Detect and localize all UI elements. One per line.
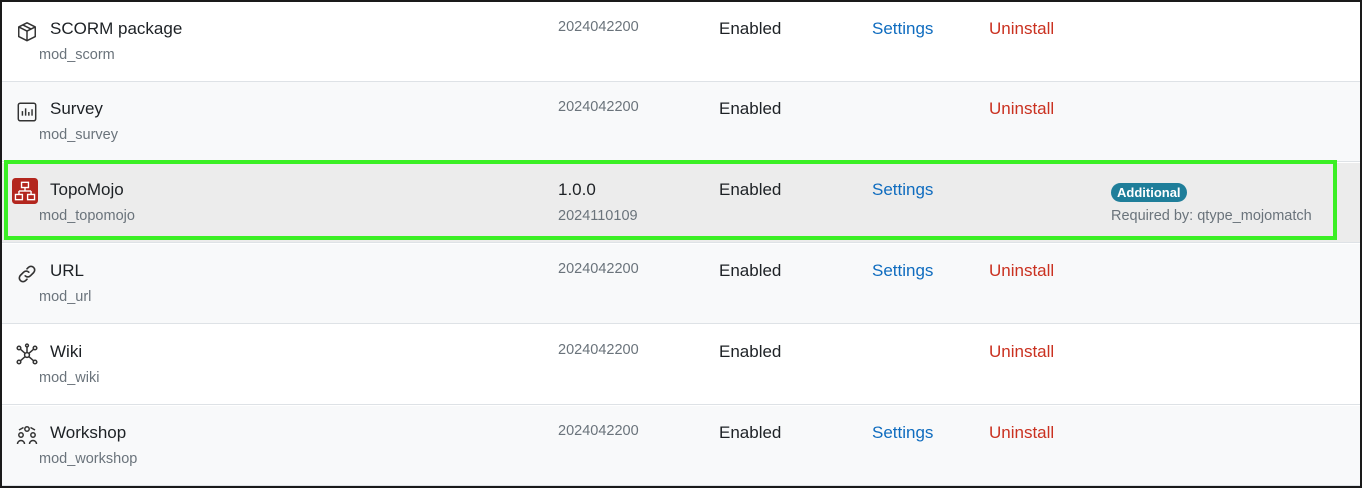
plugin-status: Enabled: [719, 180, 782, 199]
plugin-name: Wiki: [50, 342, 83, 361]
plugin-status: Enabled: [719, 99, 782, 118]
plugin-version: 2024042200: [558, 261, 639, 277]
uninstall-link[interactable]: Uninstall: [989, 99, 1054, 119]
table-row-workshop: Workshop mod_workshop 2024042200 Enabled…: [2, 406, 1360, 486]
additional-badge: Additional: [1111, 183, 1187, 202]
wiki-nodes-icon: [14, 342, 40, 368]
plugin-component: mod_topomojo: [39, 208, 135, 224]
table-row-url: URL mod_url 2024042200 Enabled Settings …: [2, 244, 1360, 324]
uninstall-link[interactable]: Uninstall: [989, 423, 1054, 443]
plugin-name: Survey: [50, 99, 103, 118]
plugin-status: Enabled: [719, 261, 782, 280]
plugin-component: mod_workshop: [39, 451, 138, 467]
plugin-name: Workshop: [50, 423, 127, 442]
plugin-status: Enabled: [719, 423, 782, 442]
plugin-version: 2024042200: [558, 19, 639, 35]
plugin-name: TopoMojo: [50, 180, 124, 199]
plugins-table: SCORM package mod_scorm 2024042200 Enabl…: [0, 0, 1362, 488]
uninstall-link[interactable]: Uninstall: [989, 19, 1054, 39]
table-row-wiki: Wiki mod_wiki 2024042200 Enabled Uninsta…: [2, 325, 1360, 405]
plugin-status: Enabled: [719, 342, 782, 361]
table-row-topomojo: TopoMojo mod_topomojo 1.0.0 2024110109 E…: [2, 163, 1360, 243]
table-row-survey: Survey mod_survey 2024042200 Enabled Uni…: [2, 82, 1360, 162]
plugin-version: 2024110109: [558, 208, 638, 224]
settings-link[interactable]: Settings: [872, 180, 933, 200]
plugin-version: 2024042200: [558, 99, 639, 115]
uninstall-link[interactable]: Uninstall: [989, 261, 1054, 281]
plugin-release: 1.0.0: [558, 180, 596, 199]
plugin-version: 2024042200: [558, 342, 639, 358]
topomojo-network-icon: [12, 178, 38, 204]
plugin-status: Enabled: [719, 19, 782, 38]
plugin-component: mod_scorm: [39, 47, 115, 63]
plugin-component: mod_wiki: [39, 370, 100, 386]
settings-link[interactable]: Settings: [872, 261, 933, 281]
settings-link[interactable]: Settings: [872, 19, 933, 39]
plugin-name: SCORM package: [50, 19, 183, 38]
uninstall-link[interactable]: Uninstall: [989, 342, 1054, 362]
plugin-component: mod_url: [39, 289, 92, 305]
package-icon: [14, 19, 40, 45]
workshop-people-icon: [14, 423, 40, 449]
plugin-version: 2024042200: [558, 423, 639, 439]
survey-chart-icon: [14, 99, 40, 125]
required-by-note: Required by: qtype_mojomatch: [1111, 208, 1312, 224]
table-row-scorm: SCORM package mod_scorm 2024042200 Enabl…: [2, 2, 1360, 82]
settings-link[interactable]: Settings: [872, 423, 933, 443]
link-icon: [14, 261, 40, 287]
plugin-name: URL: [50, 261, 85, 280]
plugin-component: mod_survey: [39, 127, 118, 143]
